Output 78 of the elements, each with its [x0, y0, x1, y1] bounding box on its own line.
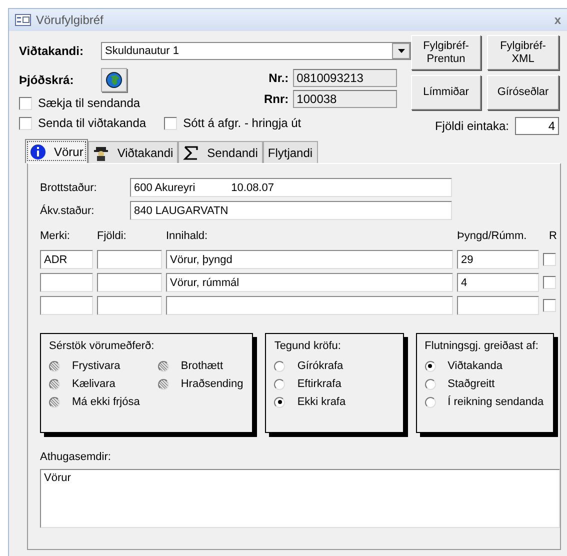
table-cell[interactable] — [97, 296, 162, 315]
table-cell[interactable]: 29 — [457, 250, 539, 269]
tab[interactable]: Flytjandi — [262, 141, 318, 163]
field-label: Rnr: — [264, 92, 289, 106]
table-cell[interactable]: Vörur, rúmmál — [166, 273, 453, 292]
checkbox-label: Sótt á afgr. - hringja út — [183, 116, 302, 130]
table-cell[interactable]: 4 — [457, 273, 539, 292]
radio-button[interactable] — [274, 378, 286, 390]
column-header: Merki: — [40, 230, 71, 244]
form-icon — [15, 14, 31, 26]
info-icon — [30, 144, 46, 160]
field-label: Ákv.staður: — [40, 204, 96, 216]
column-header: Fjöldi: — [97, 230, 128, 244]
recipient-dropdown[interactable]: Skuldunautur 1 — [101, 42, 411, 60]
tab[interactable]: Viðtakandi — [88, 141, 178, 163]
checkbox[interactable] — [19, 116, 32, 130]
tab[interactable]: Sendandi — [178, 141, 263, 163]
table-cell[interactable] — [457, 296, 539, 315]
column-header: Innihald: — [166, 230, 209, 244]
field-label: Þjóðskrá: — [19, 73, 75, 87]
radio-label: Brothætt — [180, 360, 224, 372]
checkbox[interactable] — [19, 96, 32, 110]
table-cell[interactable] — [40, 296, 93, 315]
checkbox-label: Sækja til sendanda — [38, 96, 140, 110]
radio-button[interactable] — [424, 360, 436, 372]
action-button[interactable]: Fylgibréf-XML — [487, 35, 559, 70]
radio-label: Í reikning sendanda — [448, 396, 544, 408]
group-title: Tegund kröfu: — [274, 340, 342, 352]
table-cell[interactable]: ADR — [40, 250, 93, 269]
radio-button[interactable] — [424, 396, 436, 408]
action-button[interactable]: Límmiðar — [411, 75, 481, 110]
field-label: Brottstaður: — [40, 182, 98, 194]
radio-label: Kælivara — [72, 378, 116, 390]
radio-label: Viðtakanda — [448, 360, 503, 372]
group-title: Sérstök vörumeðferð: — [49, 340, 156, 352]
radio-label: Má ekki frjósa — [72, 396, 140, 408]
table-cell[interactable] — [97, 273, 162, 292]
radio-button[interactable] — [424, 378, 436, 390]
checkbox-label: Senda til viðtakanda — [38, 116, 146, 130]
globe-button[interactable] — [101, 68, 127, 92]
checkbox[interactable] — [543, 299, 556, 312]
table-cell[interactable] — [97, 250, 162, 269]
text-field[interactable]: 840 LAUGARVATN — [130, 201, 452, 220]
remarks-field[interactable]: Vörur — [40, 469, 560, 528]
close-button[interactable]: x — [554, 13, 561, 27]
radio-label: Hraðsending — [180, 378, 244, 390]
field-label: Athugasemdir: — [40, 451, 112, 463]
checkbox[interactable] — [164, 116, 178, 130]
radio-label: Gírókrafa — [297, 360, 344, 372]
radio-label: Frystivara — [72, 360, 120, 372]
window-title: Vörufylgibréf — [36, 13, 104, 27]
number-field[interactable]: 100038 — [292, 90, 397, 108]
sigma-icon — [183, 144, 200, 160]
field-label: Nr.: — [268, 71, 289, 85]
radio-label: Ekki krafa — [297, 396, 346, 408]
copies-field[interactable]: 4 — [515, 117, 559, 135]
tab[interactable]: Vörur — [25, 139, 88, 163]
action-button[interactable]: Fylgibréf-Prentun — [411, 35, 481, 70]
radio-button[interactable] — [274, 396, 286, 408]
number-field[interactable]: 0810093213 — [292, 69, 397, 87]
table-cell[interactable]: Vörur, þyngd — [166, 250, 453, 269]
radio-label: Eftirkrafa — [297, 378, 342, 390]
action-button[interactable]: Gíróseðlar — [487, 75, 559, 110]
column-header: R — [548, 230, 558, 244]
field-label: Fjöldi eintaka: — [434, 119, 509, 133]
person-icon — [93, 144, 110, 160]
field-label: Viðtakandi: — [19, 44, 84, 58]
checkbox[interactable] — [543, 276, 556, 289]
text-field[interactable]: 600 Akureyri 10.08.07 — [130, 178, 452, 197]
radio-button[interactable] — [274, 360, 286, 372]
checkbox[interactable] — [543, 253, 556, 266]
column-header: Þyngd/Rúmm. — [457, 230, 528, 244]
group-title: Flutningsgj. greiðast af: — [424, 340, 540, 352]
globe-icon — [106, 72, 122, 88]
table-cell[interactable] — [166, 296, 453, 315]
radio-label: Staðgreitt — [448, 378, 495, 390]
table-cell[interactable] — [40, 273, 93, 292]
dropdown-arrow-icon — [398, 49, 404, 53]
